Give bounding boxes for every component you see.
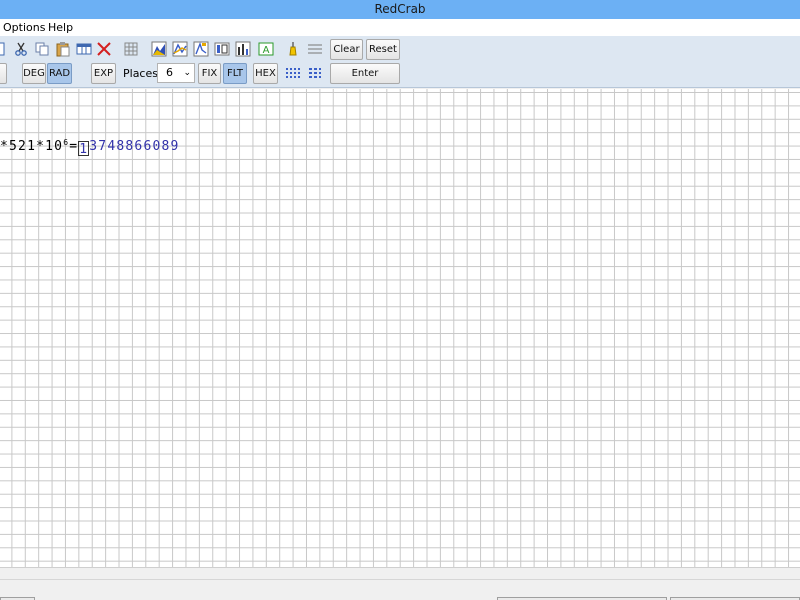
bar-chart-icon[interactable] xyxy=(235,41,251,57)
clear-button[interactable]: Clear xyxy=(330,39,363,60)
reset-button[interactable]: Reset xyxy=(366,39,400,60)
places-label: Places xyxy=(123,67,158,80)
window-title: RedCrab xyxy=(374,2,426,16)
text-box-icon[interactable] xyxy=(214,41,230,57)
cut-icon[interactable] xyxy=(13,41,29,57)
paste-icon[interactable] xyxy=(55,41,71,57)
fix-button[interactable]: FIX xyxy=(198,63,221,84)
table-icon[interactable] xyxy=(76,41,92,57)
svg-text:A: A xyxy=(263,45,270,56)
result-value: 3748866089 xyxy=(89,139,180,154)
title-bar: RedCrab xyxy=(0,0,800,19)
chart-area-icon[interactable] xyxy=(151,41,167,57)
menu-bar: Options Help xyxy=(0,19,800,36)
menu-help[interactable]: Help xyxy=(48,19,73,36)
line-grid-icon[interactable] xyxy=(308,67,322,79)
exp-button[interactable]: EXP xyxy=(91,63,116,84)
label-icon[interactable]: A xyxy=(258,41,274,57)
result-cursor-digit: 1 xyxy=(78,141,90,157)
status-bar xyxy=(0,567,800,600)
deg-button[interactable]: DEG xyxy=(22,63,46,84)
chart-line-icon[interactable] xyxy=(172,41,188,57)
chevron-down-icon: ⌄ xyxy=(183,68,191,78)
menu-options[interactable]: Options xyxy=(3,19,45,36)
dotted-grid-icon[interactable] xyxy=(285,67,301,79)
toolbar: A Clear Reset DEG RAD EXP Places xyxy=(0,36,800,88)
hex-button[interactable]: HEX xyxy=(253,63,278,84)
math-expression[interactable]: *521*106=13748866089 xyxy=(0,138,180,157)
expression-text: *521*10 xyxy=(0,139,64,154)
status-divider xyxy=(0,579,800,580)
flt-button[interactable]: FLT xyxy=(223,63,247,84)
copy-icon[interactable] xyxy=(34,41,50,57)
new-icon[interactable] xyxy=(0,41,7,57)
function-plot-icon[interactable] xyxy=(193,41,209,57)
partial-left-button[interactable] xyxy=(0,63,7,84)
delete-icon[interactable] xyxy=(96,41,112,57)
highlight-icon[interactable] xyxy=(285,41,301,57)
rad-button[interactable]: RAD xyxy=(47,63,72,84)
enter-button[interactable]: Enter xyxy=(330,63,400,84)
grid-icon[interactable] xyxy=(123,41,139,57)
places-value: 6 xyxy=(166,66,173,79)
equals-sign: = xyxy=(69,139,79,154)
align-icon[interactable] xyxy=(307,41,323,57)
places-select[interactable]: 6 ⌄ xyxy=(157,63,195,83)
worksheet[interactable] xyxy=(0,89,800,567)
